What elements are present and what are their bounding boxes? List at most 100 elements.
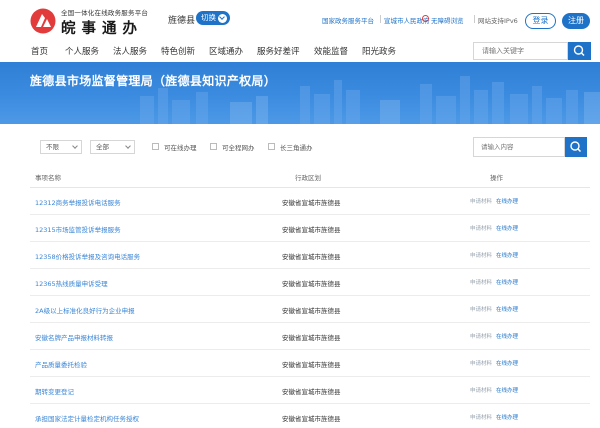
item-operations: 申请材料 在线办理	[470, 386, 518, 394]
item-name-link[interactable]: 期转变更登记	[35, 386, 74, 396]
materials-link[interactable]: 申请材料	[470, 361, 492, 367]
chevron-down-icon	[72, 143, 78, 149]
item-name-link[interactable]: 承担国家法定计量检定机构任务授权	[35, 413, 139, 423]
item-name-link[interactable]: 12358价格投诉举报及咨询电话服务	[35, 251, 140, 261]
column-header-name: 事项名称	[35, 174, 61, 182]
table-row: 12312商务举报投诉电话服务 安徽省宣城市旌德县 申请材料 在线办理	[30, 188, 590, 215]
level-select[interactable]: 不限	[40, 140, 82, 154]
materials-link[interactable]: 申请材料	[470, 226, 492, 232]
divider	[474, 15, 475, 23]
nav-item-open-gov[interactable]: 阳光政务	[362, 45, 396, 57]
item-operations: 申请材料 在线办理	[470, 305, 518, 313]
table-row: 承担国家法定计量检定机构任务授权 安徽省宣城市旌德县 申请材料 在线办理	[30, 404, 590, 428]
login-button[interactable]: 登录	[525, 13, 556, 29]
table-row: 12358价格投诉举报及咨询电话服务 安徽省宣城市旌德县 申请材料 在线办理	[30, 242, 590, 269]
table-header: 事项名称 行政区划 操作	[30, 168, 590, 188]
table-row: 12365热线质量申诉受理 安徽省宣城市旌德县 申请材料 在线办理	[30, 269, 590, 296]
filter-bar: 不限 全部 可在线办理 可全程网办 长三角通办	[30, 136, 590, 158]
item-area: 安徽省宣城市旌德县	[282, 199, 341, 207]
nav-search-button[interactable]	[568, 42, 591, 60]
category-select[interactable]: 全部	[90, 140, 135, 154]
online-handle-link[interactable]: 在线办理	[496, 253, 518, 259]
item-operations: 申请材料 在线办理	[470, 413, 518, 421]
item-operations: 申请材料 在线办理	[470, 197, 518, 205]
item-area: 安徽省宣城市旌德县	[282, 388, 341, 396]
item-area: 安徽省宣城市旌德县	[282, 253, 341, 261]
item-name-link[interactable]: 2A级以上标准化良好行为企业申报	[35, 305, 135, 315]
full-online-checkbox[interactable]	[210, 143, 217, 150]
online-handle-link[interactable]: 在线办理	[496, 226, 518, 232]
chevron-down-icon	[218, 13, 227, 23]
nav-search-input[interactable]	[473, 42, 568, 60]
item-name-link[interactable]: 安徽名牌产品申报材料转报	[35, 332, 113, 342]
online-handle-link[interactable]: 在线办理	[496, 361, 518, 367]
online-handle-link[interactable]: 在线办理	[496, 388, 518, 394]
table-row: 12315市场监管投诉举报服务 安徽省宣城市旌德县 申请材料 在线办理	[30, 215, 590, 242]
online-handle-link[interactable]: 在线办理	[496, 415, 518, 421]
materials-link[interactable]: 申请材料	[470, 334, 492, 340]
online-checkbox-label: 可在线办理	[164, 144, 197, 152]
divider	[380, 15, 381, 23]
nav-item-supervision[interactable]: 效能监督	[314, 45, 348, 57]
item-name-link[interactable]: 12365热线质量申诉受理	[35, 278, 108, 288]
nav-item-regional[interactable]: 区域通办	[209, 45, 243, 57]
online-handle-link[interactable]: 在线办理	[496, 334, 518, 340]
nav-item-personal[interactable]: 个人服务	[65, 45, 99, 57]
table-row: 产品质量委托检验 安徽省宣城市旌德县 申请材料 在线办理	[30, 350, 590, 377]
item-search-input[interactable]	[473, 137, 565, 157]
accessibility-link[interactable]: 无障碍浏览	[431, 15, 464, 25]
nav-item-innovation[interactable]: 特色创新	[161, 45, 195, 57]
materials-link[interactable]: 申请材料	[470, 388, 492, 394]
full-online-checkbox-label: 可全程网办	[222, 144, 255, 152]
top-header: 全国一体化在线政务服务平台 皖事通办 旌德县 切换 国家政务服务平台 宣城市人民…	[0, 0, 600, 42]
item-area: 安徽省宣城市旌德县	[282, 334, 341, 342]
chevron-down-icon	[125, 143, 131, 149]
materials-link[interactable]: 申请材料	[470, 280, 492, 286]
item-area: 安徽省宣城市旌德县	[282, 361, 341, 369]
item-operations: 申请材料 在线办理	[470, 278, 518, 286]
materials-link[interactable]: 申请材料	[470, 253, 492, 259]
materials-link[interactable]: 申请材料	[470, 199, 492, 205]
item-name-link[interactable]: 产品质量委托检验	[35, 359, 87, 369]
online-handle-link[interactable]: 在线办理	[496, 280, 518, 286]
nav-item-home[interactable]: 首页	[31, 45, 48, 57]
platform-tagline: 全国一体化在线政务服务平台	[61, 9, 149, 17]
ipv6-label: 网站支持IPv6	[478, 17, 518, 25]
search-icon	[570, 141, 582, 153]
item-operations: 申请材料 在线办理	[470, 224, 518, 232]
online-handle-link[interactable]: 在线办理	[496, 199, 518, 205]
switch-label: 切换	[201, 13, 216, 22]
column-header-area: 行政区划	[295, 174, 321, 182]
yrd-checkbox-label: 长三角通办	[280, 144, 313, 152]
materials-link[interactable]: 申请材料	[470, 307, 492, 313]
current-region: 旌德县	[168, 16, 196, 26]
switch-region-button[interactable]: 切换	[196, 11, 230, 25]
logo-icon[interactable]	[30, 8, 56, 34]
accessibility-icon	[422, 15, 429, 22]
brand-name: 皖事通办	[61, 21, 143, 37]
online-checkbox[interactable]	[152, 143, 159, 150]
materials-link[interactable]: 申请材料	[470, 415, 492, 421]
main-nav: 首页 个人服务 法人服务 特色创新 区域通办 服务好差评 效能监督 阳光政务	[0, 42, 600, 62]
item-name-link[interactable]: 12312商务举报投诉电话服务	[35, 197, 121, 207]
item-search-button[interactable]	[565, 137, 587, 157]
table-row: 期转变更登记 安徽省宣城市旌德县 申请材料 在线办理	[30, 377, 590, 404]
item-name-link[interactable]: 12315市场监管投诉举报服务	[35, 224, 121, 234]
register-button[interactable]: 注册	[562, 13, 590, 29]
item-area: 安徽省宣城市旌德县	[282, 307, 341, 315]
item-area: 安徽省宣城市旌德县	[282, 280, 341, 288]
item-operations: 申请材料 在线办理	[470, 251, 518, 259]
column-header-ops: 操作	[490, 174, 503, 182]
online-handle-link[interactable]: 在线办理	[496, 307, 518, 313]
national-portal-link[interactable]: 国家政务服务平台	[322, 15, 374, 25]
item-area: 安徽省宣城市旌德县	[282, 226, 341, 234]
nav-item-corporate[interactable]: 法人服务	[113, 45, 147, 57]
category-select-value: 全部	[96, 143, 109, 151]
search-icon	[573, 45, 585, 57]
level-select-value: 不限	[46, 143, 59, 151]
item-operations: 申请材料 在线办理	[470, 332, 518, 340]
yrd-checkbox[interactable]	[268, 143, 275, 150]
item-area: 安徽省宣城市旌德县	[282, 415, 341, 423]
nav-item-evaluation[interactable]: 服务好差评	[257, 45, 300, 57]
item-operations: 申请材料 在线办理	[470, 359, 518, 367]
